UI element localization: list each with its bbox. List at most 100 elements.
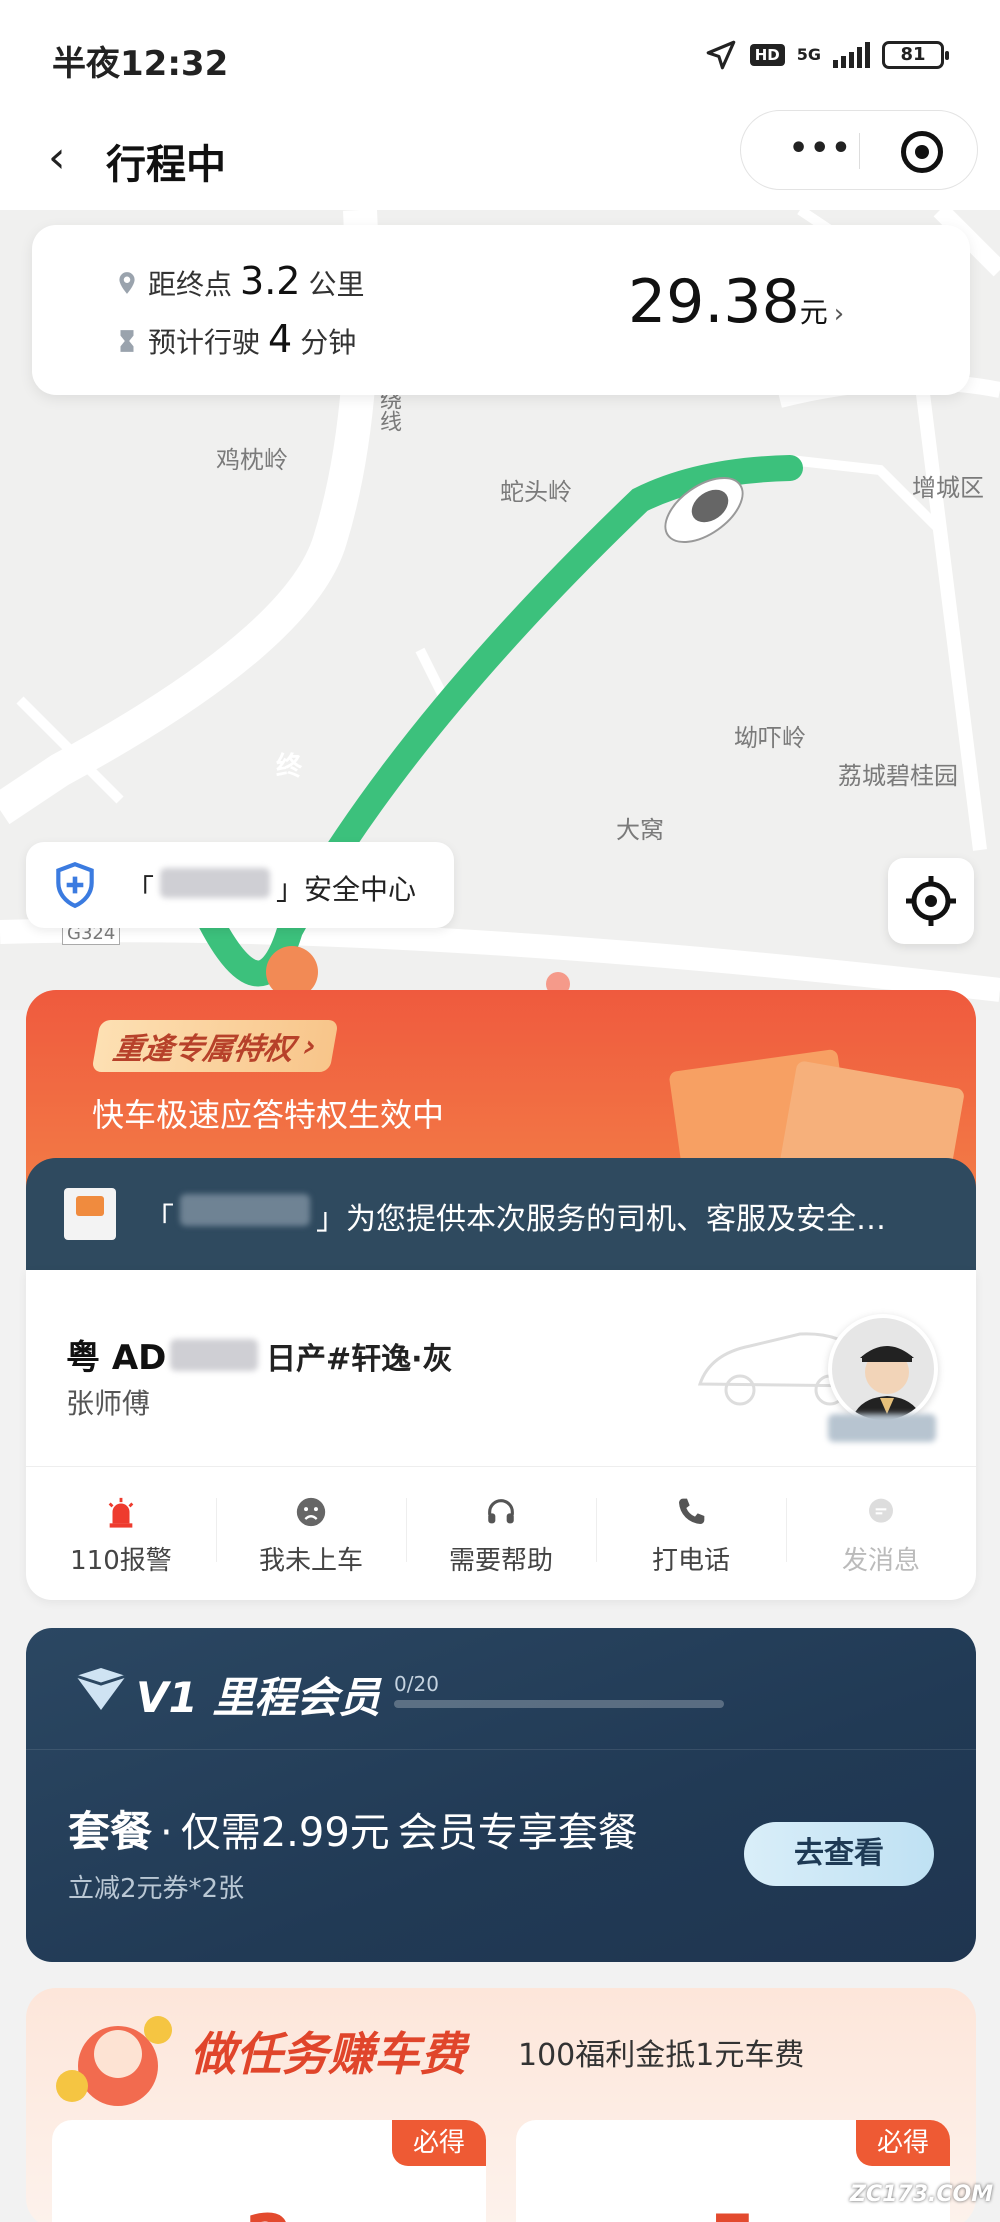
fare-amount-button[interactable]: 29.38元 › [628, 267, 844, 337]
distance-unit: 公里 [308, 268, 365, 301]
eta-label: 预计行驶 [148, 326, 261, 359]
action-label: 需要帮助 [448, 1546, 553, 1576]
service-provider-banner[interactable]: 「 」为您提供本次服务的司机、客服及安全… [26, 1158, 976, 1270]
driver-avatar-icon [851, 1346, 923, 1420]
quote-open: 「 [126, 873, 155, 906]
eta-value: 4 [268, 317, 293, 361]
map-label: 增城区 [912, 474, 984, 502]
member-header: V1 里程会员 0/20 [26, 1628, 976, 1750]
map-label: 坳吓岭 [734, 724, 806, 752]
capsule-divider [859, 133, 860, 169]
car-model: 日产#轩逸·灰 [266, 1342, 453, 1377]
package-suffix: 会员专享套餐 [397, 1810, 638, 1856]
member-logo-icon [75, 1668, 127, 1710]
provider-logo [64, 1188, 116, 1240]
task-subtitle: 100福利金抵1元车费 [518, 2038, 805, 2073]
license-plate: 粤 AD [66, 1330, 259, 1379]
sad-face-icon [296, 1497, 326, 1527]
safety-center-label: 「 」安全中心 [126, 868, 416, 908]
task-value: 2 [52, 2200, 486, 2222]
end-marker-label: 终 [276, 752, 303, 782]
chevron-right-icon: › [833, 299, 845, 329]
map-label: 鸡枕岭 [216, 446, 288, 474]
page-title: 行程中 [106, 142, 226, 188]
driver-card: 粤 AD 日产#轩逸·灰 张师傅 110报警 我未上车 需要帮助 打电话 发消息 [26, 1270, 976, 1600]
eta-row: 预计行驶 4 分钟 [114, 317, 356, 361]
safety-center-text: 」安全中心 [276, 873, 417, 906]
message-icon [869, 1498, 893, 1523]
quote-open: 「 [144, 1202, 174, 1237]
hourglass-icon [120, 330, 134, 352]
alarm-icon [108, 1497, 134, 1528]
mileage-progress-bar [394, 1700, 724, 1708]
location-pin-icon [119, 272, 135, 294]
action-label: 我未上车 [258, 1546, 363, 1576]
privilege-tag-text: 重逢专属特权 [110, 1032, 297, 1067]
battery-icon: 81 [882, 41, 949, 69]
fare-unit: 元 [799, 296, 828, 329]
driver-avatar[interactable] [828, 1314, 938, 1424]
guaranteed-badge: 必得 [856, 2120, 950, 2166]
phone-icon [679, 1498, 705, 1524]
service-provider-desc: 」为您提供本次服务的司机、客服及安全… [316, 1202, 886, 1237]
location-arrow-icon [706, 40, 736, 70]
headset-icon [488, 1499, 514, 1524]
call-driver-button[interactable]: 打电话 [596, 1480, 786, 1590]
privilege-tag: 重逢专属特权 › [91, 1020, 339, 1072]
fare-value: 29.38 [628, 267, 800, 337]
close-miniprogram-icon[interactable] [901, 131, 943, 173]
member-coupon-note: 立减2元券*2张 [68, 1874, 245, 1904]
signal-icon [833, 42, 870, 68]
chevron-right-icon: › [300, 1028, 320, 1064]
map-label: 大窝 [616, 816, 664, 844]
need-help-button[interactable]: 需要帮助 [406, 1480, 596, 1590]
action-label: 打电话 [651, 1546, 730, 1576]
network-type: 5G [796, 45, 821, 64]
status-time: 半夜12:32 [52, 44, 229, 84]
send-message-button[interactable]: 发消息 [786, 1480, 976, 1590]
locate-button[interactable] [888, 858, 974, 944]
trip-info-card: 距终点 3.2 公里 预计行驶 4 分钟 29.38元 › [32, 225, 970, 395]
service-provider-text: 「 」为您提供本次服务的司机、客服及安全… [144, 1194, 886, 1238]
action-label: 110报警 [70, 1546, 172, 1576]
task-title: 做任务赚车费 [190, 2027, 466, 2081]
status-icons: HD 5G 81 [704, 38, 949, 72]
distance-label: 距终点 [148, 268, 233, 301]
distance-row: 距终点 3.2 公里 [114, 259, 364, 303]
mileage-member-card[interactable]: V1 里程会员 0/20 套餐 · 仅需 2.99元 会员专享套餐 立减2元券*… [26, 1628, 976, 1962]
member-package: 套餐 · 仅需 2.99元 会员专享套餐 [68, 1798, 638, 1859]
shield-icon [56, 861, 94, 909]
redacted-brand [160, 868, 271, 898]
alarm-110-button[interactable]: 110报警 [26, 1480, 216, 1590]
distance-value: 3.2 [240, 259, 301, 303]
package-dot: · [160, 1810, 173, 1856]
package-label: 套餐 [68, 1807, 153, 1856]
nav-bar: ‹ 行程中 ••• [0, 110, 1000, 210]
driver-name: 张师傅 [66, 1387, 151, 1420]
eta-unit: 分钟 [300, 326, 357, 359]
map-label: 荔城碧桂园 [838, 762, 958, 790]
privilege-subtitle: 快车极速应答特权生效中 [92, 1096, 445, 1134]
task-reward-card[interactable]: 做任务赚车费 100福利金抵1元车费 必得 2 必得 5 [26, 1988, 976, 2222]
back-icon[interactable]: ‹ [48, 132, 66, 183]
map-label: 蛇头岭 [500, 478, 572, 506]
view-member-button[interactable]: 去查看 [744, 1822, 934, 1886]
more-icon[interactable]: ••• [789, 131, 853, 166]
redacted-brand [180, 1194, 310, 1226]
plate-prefix: 粤 AD [66, 1338, 167, 1378]
redacted-driver-tag [828, 1414, 936, 1442]
safety-center-button[interactable]: 「 」安全中心 [26, 842, 454, 928]
guaranteed-badge: 必得 [392, 2120, 486, 2166]
divider [26, 1466, 976, 1467]
status-bar: 半夜12:32 HD 5G 81 [0, 0, 1000, 110]
task-item[interactable]: 必得 2 [52, 2120, 486, 2222]
lucky-cat-icon [56, 2016, 172, 2106]
crosshair-icon [906, 876, 956, 926]
hd-icon: HD [749, 44, 785, 66]
member-title: V1 里程会员 [136, 1673, 381, 1722]
package-price: 2.99元 [260, 1810, 390, 1856]
miniprogram-capsule: ••• [740, 110, 978, 190]
watermark: ZC173.COM [850, 2182, 994, 2207]
package-prefix: 仅需 [180, 1810, 261, 1856]
not-boarded-button[interactable]: 我未上车 [216, 1480, 406, 1590]
